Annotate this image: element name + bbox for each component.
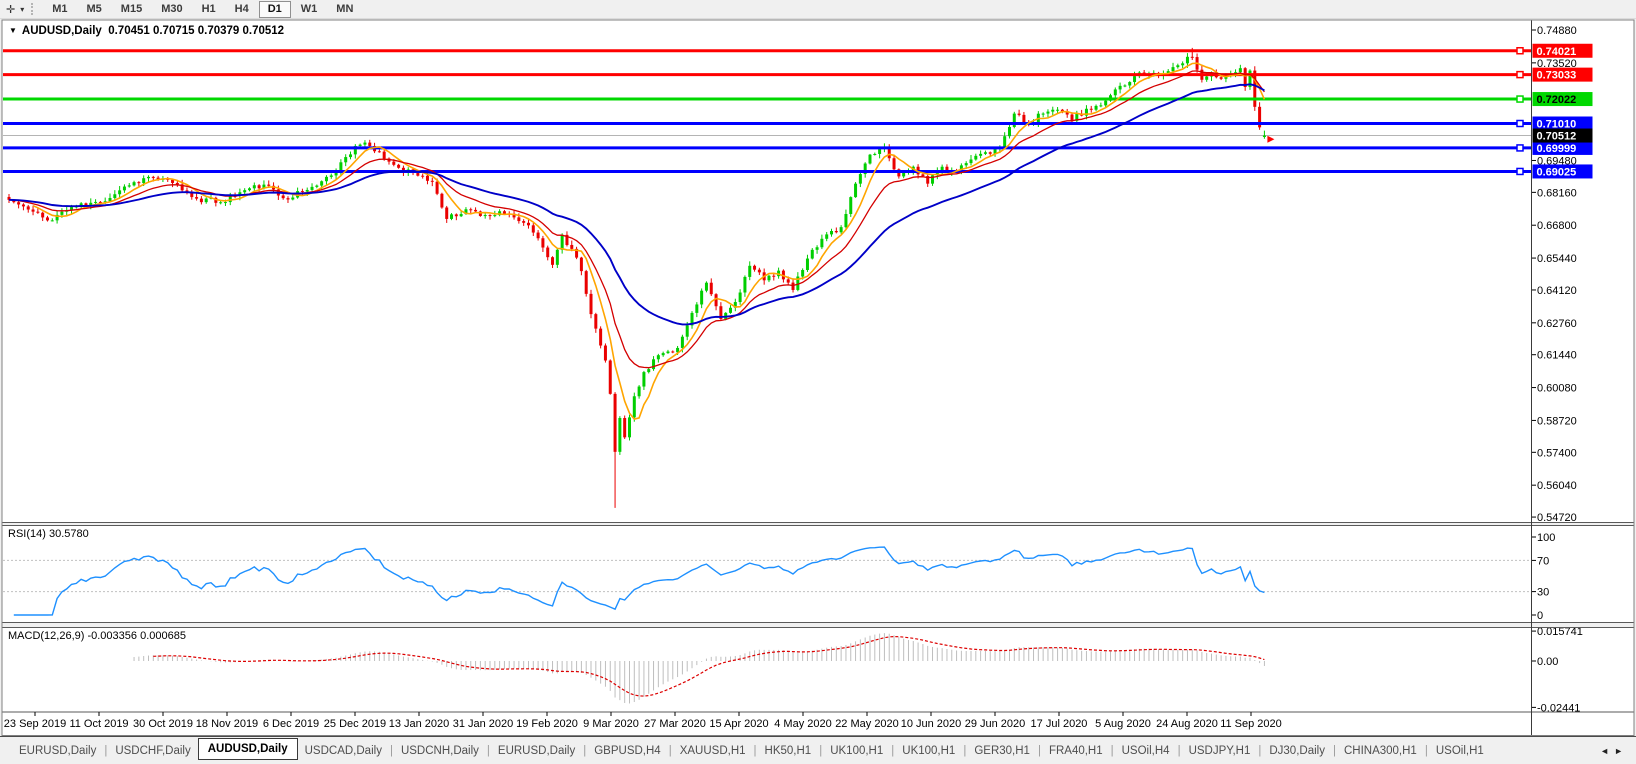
chart-symbol-label: AUDUSD,Daily (21, 25, 102, 37)
chart-tab-dj30-daily[interactable]: DJ30,Daily (1262, 743, 1332, 759)
price-chart-canvas[interactable]: 0.748800.735200.694800.681600.668000.654… (0, 0, 1636, 764)
date-axis-tick: 18 Nov 2019 (196, 718, 258, 730)
chart-tab-usdchf-daily[interactable]: USDCHF,Daily (108, 743, 197, 759)
date-axis-tick: 29 Jun 2020 (965, 718, 1026, 730)
rsi-indicator-label: RSI(14) 30.5780 (8, 528, 89, 540)
chart-window (1, 19, 1635, 736)
chart-tab-usoil-h1[interactable]: USOil,H1 (1429, 743, 1491, 759)
date-axis-tick: 19 Feb 2020 (516, 718, 578, 730)
chart-title: ▼ AUDUSD,Daily 0.70451 0.70715 0.70379 0.… (9, 25, 284, 37)
level-line-handle[interactable] (1516, 47, 1524, 55)
price-axis-tick: 0.65440 (1537, 253, 1577, 265)
price-axis-tick: 0.58720 (1537, 415, 1577, 427)
date-axis-tick: 22 May 2020 (835, 718, 899, 730)
timeframe-button-h1[interactable]: H1 (193, 1, 225, 18)
date-axis-tick: 23 Sep 2019 (4, 718, 66, 730)
level-line-handle[interactable] (1516, 167, 1524, 176)
price-axis-tick: 0.62760 (1537, 318, 1577, 330)
chart-tab-usdcad-daily[interactable]: USDCAD,Daily (298, 743, 389, 759)
price-axis-tick: 0.74880 (1537, 25, 1577, 37)
date-axis-tick: 13 Jan 2020 (389, 718, 450, 730)
rsi-axis-tick: 70 (1537, 555, 1549, 567)
timeframe-button-mn[interactable]: MN (327, 1, 362, 18)
macd-axis-tick: 0.00 (1537, 656, 1558, 668)
date-axis-tick: 31 Jan 2020 (453, 718, 514, 730)
collapse-chart-icon[interactable]: ▼ (9, 26, 17, 35)
macd-axis-tick: -0.02441 (1537, 702, 1580, 714)
timeframe-button-m30[interactable]: M30 (152, 1, 191, 18)
timeframe-button-h4[interactable]: H4 (226, 1, 258, 18)
chart-tab-bar: EURUSD,Daily | USDCHF,Daily AUDUSD,Daily USD… (0, 736, 1636, 764)
chart-tab-audusd-daily[interactable]: AUDUSD,Daily (197, 738, 298, 760)
level-line-handle[interactable] (1516, 144, 1524, 152)
date-axis-tick: 6 Dec 2019 (263, 718, 319, 730)
level-price-label: 0.72022 (1537, 94, 1577, 106)
rsi-axis-tick: 30 (1537, 587, 1549, 599)
date-axis-tick: 11 Oct 2019 (69, 718, 128, 730)
level-price-label: 0.74021 (1537, 46, 1577, 58)
price-axis-tick: 0.60080 (1537, 383, 1577, 395)
chart-tab-uk100-h1[interactable]: UK100,H1 (895, 743, 962, 759)
chart-tab-usdcnh-daily[interactable]: USDCNH,Daily (394, 743, 486, 759)
crosshair-icon[interactable]: ✛ (4, 3, 17, 16)
macd-indicator-label: MACD(12,26,9) -0.003356 0.000685 (8, 630, 186, 642)
tab-scroll-right-icon[interactable]: ► (1614, 746, 1628, 756)
chevron-down-icon[interactable]: ▾ (17, 5, 27, 14)
level-price-label: 0.69025 (1537, 166, 1577, 178)
chart-tab-uk100-h1[interactable]: UK100,H1 (823, 743, 890, 759)
rsi-axis-tick: 0 (1537, 610, 1543, 622)
timeframe-button-m15[interactable]: M15 (112, 1, 151, 18)
tab-scroll-left-icon[interactable]: ◄ (1600, 746, 1614, 756)
chart-tab-eurusd-daily[interactable]: EURUSD,Daily (12, 743, 103, 759)
price-axis-tick: 0.61440 (1537, 350, 1577, 362)
price-axis-tick: 0.56040 (1537, 480, 1577, 492)
date-axis-tick: 30 Oct 2019 (133, 718, 193, 730)
level-line-handle[interactable] (1516, 119, 1524, 128)
chart-tab-eurusd-daily[interactable]: EURUSD,Daily (491, 743, 582, 759)
date-axis-tick: 9 Mar 2020 (583, 718, 639, 730)
price-axis-tick: 0.57400 (1537, 447, 1577, 459)
date-axis-tick: 25 Dec 2019 (324, 718, 386, 730)
price-axis-tick: 0.64120 (1537, 285, 1577, 297)
chart-tab-fra40-h1[interactable]: FRA40,H1 (1042, 743, 1110, 759)
price-axis-tick: 0.66800 (1537, 220, 1577, 232)
date-axis-tick: 11 Sep 2020 (1220, 718, 1282, 730)
date-axis-tick: 10 Jun 2020 (901, 718, 962, 730)
chart-tab-hk50-h1[interactable]: HK50,H1 (758, 743, 819, 759)
date-axis-tick: 5 Aug 2020 (1095, 718, 1151, 730)
current-price-label: 0.70512 (1537, 131, 1577, 143)
rsi-axis-tick: 100 (1537, 532, 1555, 544)
date-axis-tick: 27 Mar 2020 (644, 718, 706, 730)
date-axis-tick: 24 Aug 2020 (1156, 718, 1218, 730)
level-line-handle[interactable] (1516, 70, 1524, 79)
price-axis-tick: 0.68160 (1537, 187, 1577, 199)
date-axis-tick: 4 May 2020 (774, 718, 831, 730)
chart-tab-china300-h1[interactable]: CHINA300,H1 (1337, 743, 1424, 759)
timeframe-button-d1[interactable]: D1 (258, 0, 291, 18)
level-line-handle[interactable] (1516, 95, 1524, 103)
timeframe-button-w1[interactable]: W1 (292, 1, 327, 18)
level-price-label: 0.73033 (1537, 70, 1577, 82)
timeframe-button-m1[interactable]: M1 (43, 1, 76, 18)
timeframe-button-m5[interactable]: M5 (78, 1, 111, 18)
date-axis-tick: 17 Jul 2020 (1031, 718, 1088, 730)
chart-tab-gbpusd-h4[interactable]: GBPUSD,H4 (587, 743, 667, 759)
chart-tab-ger30-h1[interactable]: GER30,H1 (967, 743, 1037, 759)
trading-app: { "toolbar": { "chart_tool_icon": {"name… (0, 0, 1636, 764)
level-price-label: 0.69999 (1537, 143, 1577, 155)
chart-tab-xauusd-h1[interactable]: XAUUSD,H1 (673, 743, 753, 759)
toolbar-grip[interactable] (31, 3, 36, 15)
timeframe-toolbar: ✛ ▾ M1 M5 M15 M30 H1 H4 D1 W1 MN (0, 0, 1636, 19)
chart-ohlc-values: 0.70451 0.70715 0.70379 0.70512 (108, 25, 285, 37)
chart-tab-usoil-h4[interactable]: USOil,H4 (1115, 743, 1177, 759)
date-axis-tick: 15 Apr 2020 (709, 718, 768, 730)
chart-tab-usdjpy-h1[interactable]: USDJPY,H1 (1182, 743, 1258, 759)
